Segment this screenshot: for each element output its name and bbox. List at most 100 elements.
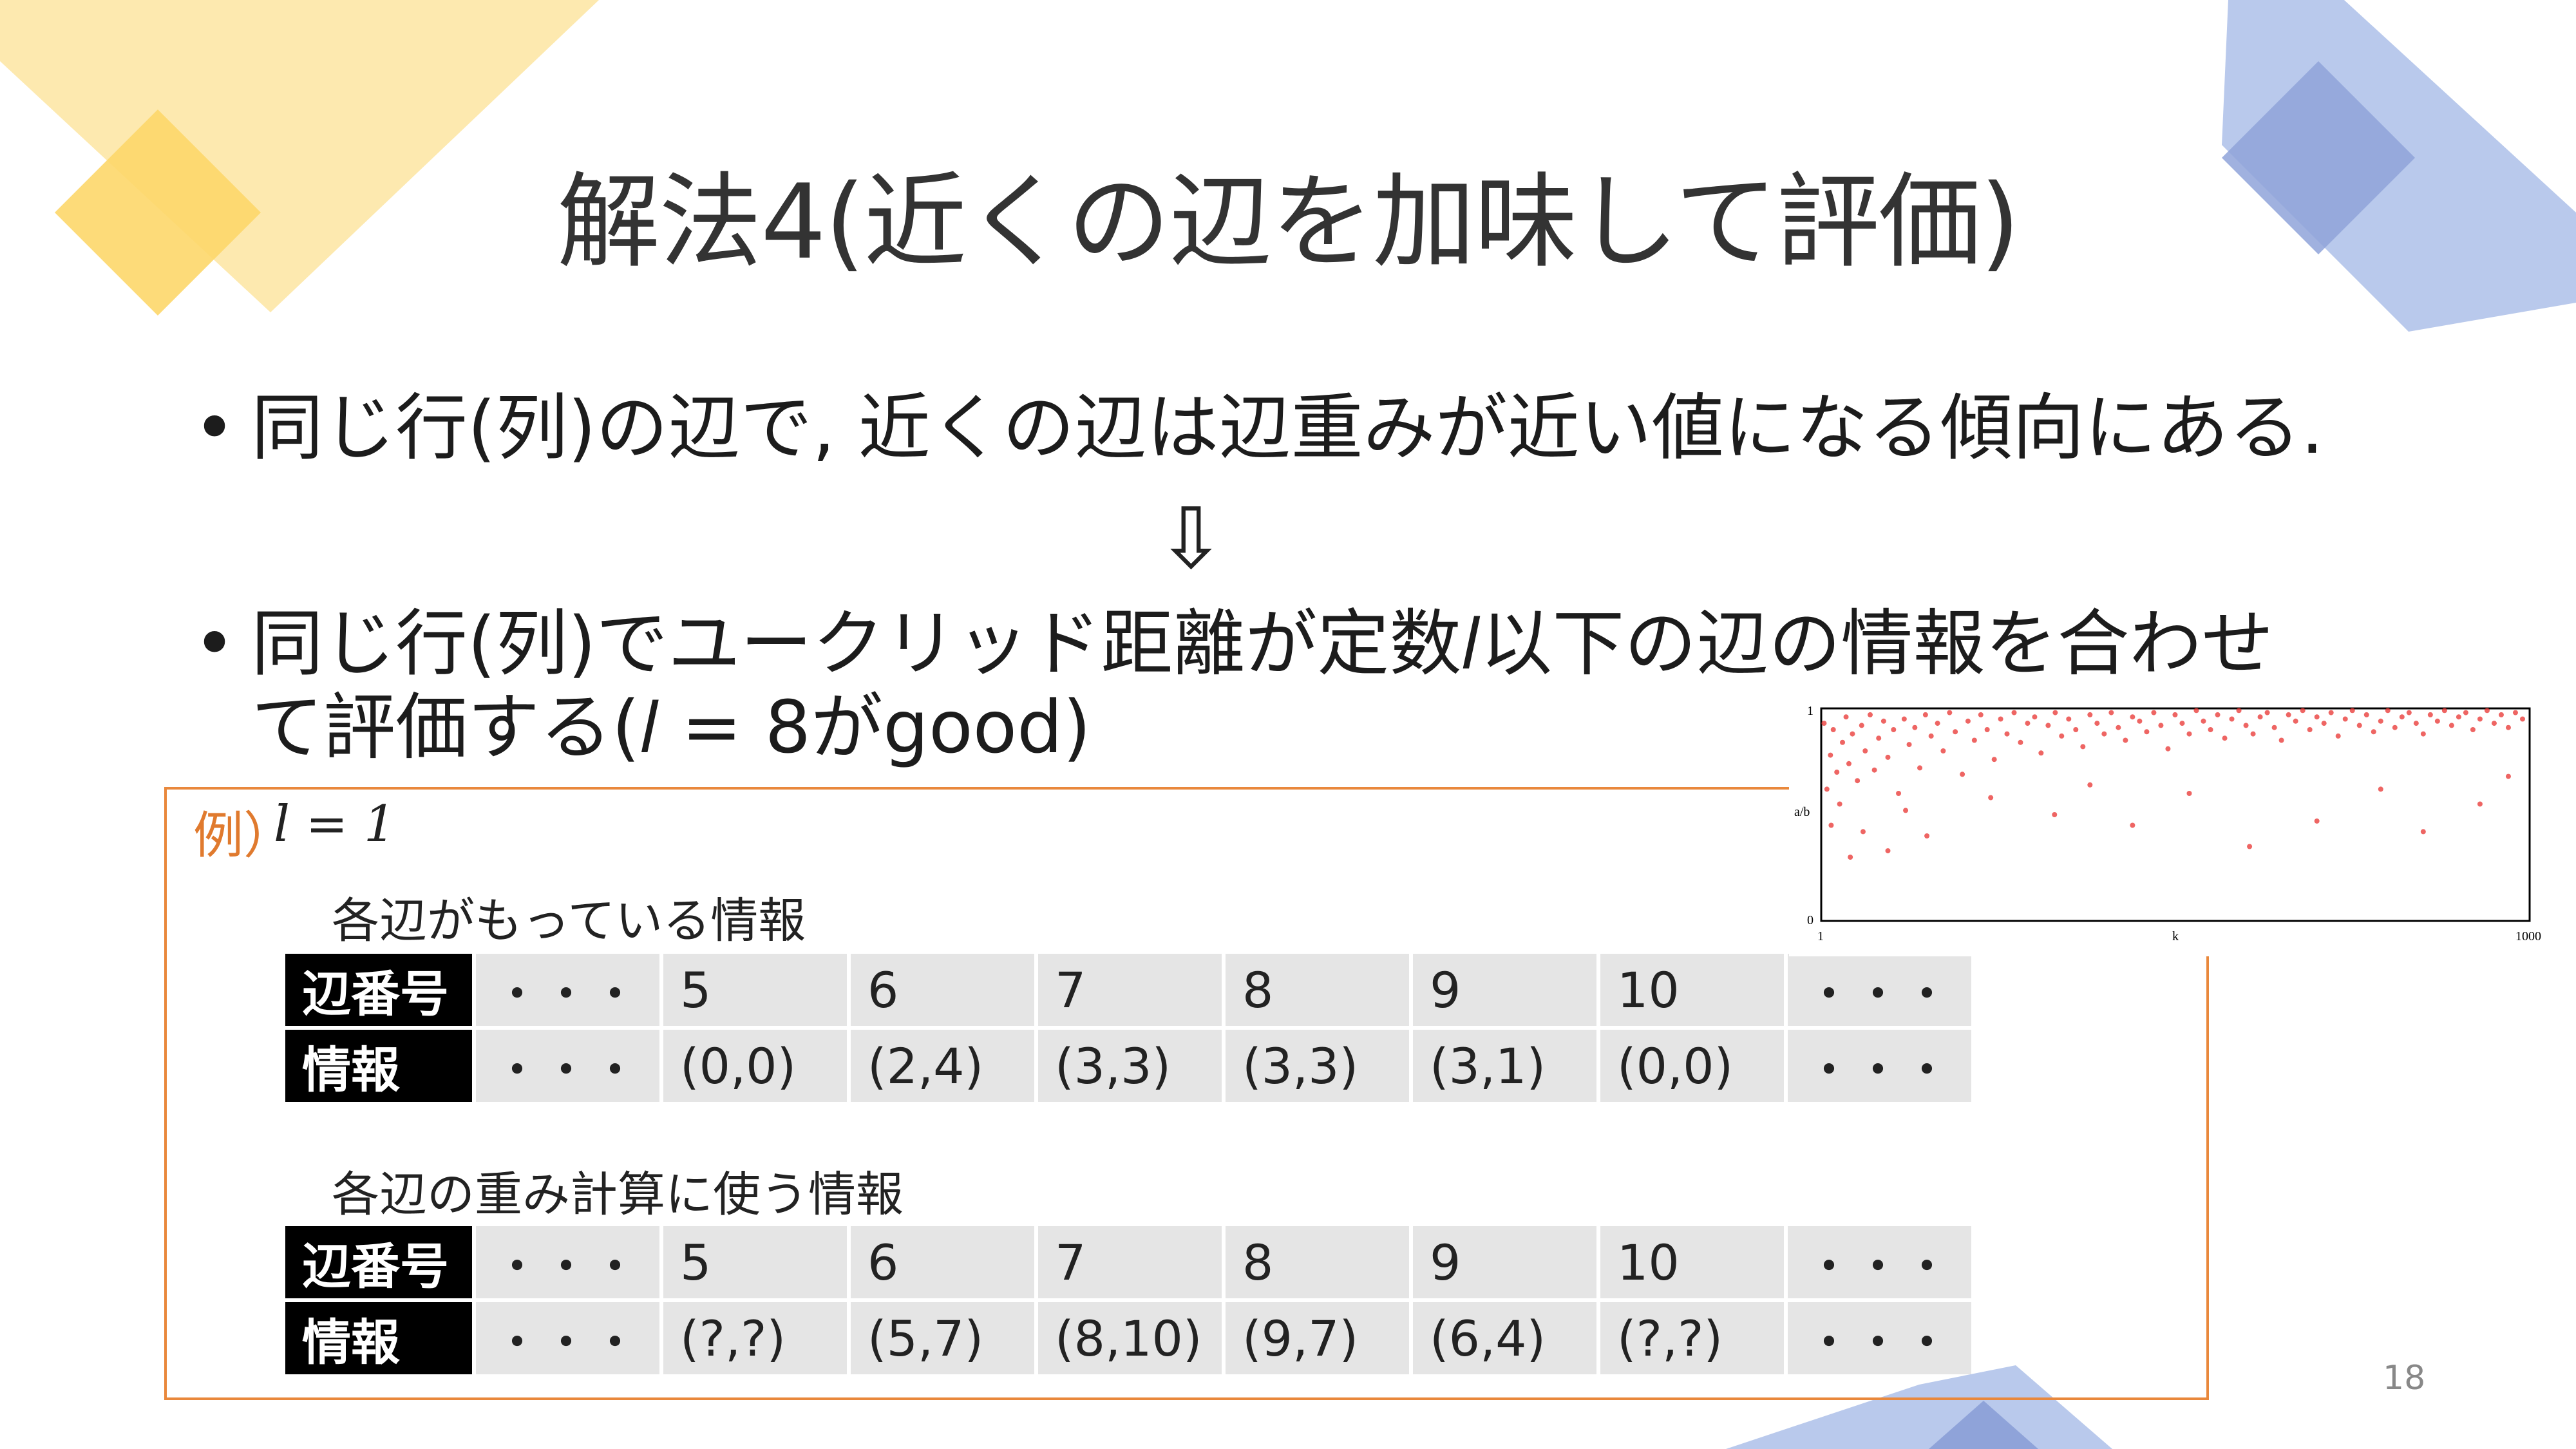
- scatter-point: [2243, 723, 2249, 728]
- scatter-point: [1903, 808, 1909, 813]
- scatter-point: [1837, 801, 1842, 807]
- table-cell: 10: [1600, 954, 1784, 1026]
- scatter-point: [2087, 782, 2093, 788]
- scatter-point: [2356, 723, 2362, 728]
- scatter-point: [1896, 791, 1902, 796]
- scatter-point: [1855, 778, 1861, 784]
- scatter-point: [1971, 737, 1977, 743]
- plot-frame: [1820, 707, 2531, 922]
- scatter-point: [2165, 746, 2171, 752]
- table-cell: 8: [1226, 1226, 1409, 1298]
- bullet-2-line2: て評価する(𝑙 = 8がgood): [251, 686, 1091, 770]
- scatter-point: [1901, 716, 1907, 722]
- table-cell: ・・・: [476, 1030, 659, 1102]
- scatter-point: [1859, 723, 1864, 728]
- table-cell: 5: [663, 954, 847, 1026]
- scatter-point: [2264, 710, 2270, 715]
- table-cell: ・・・: [1788, 1226, 1971, 1298]
- scatter-point: [2172, 712, 2178, 717]
- bullet-dot: •: [193, 386, 236, 470]
- y-tick-top: 1: [1807, 704, 1814, 718]
- scatter-point: [2066, 716, 2072, 722]
- table-row: 辺番号 ・・・ 5 6 7 8 9 10 ・・・: [285, 954, 1971, 1026]
- scatter-point: [1922, 712, 1928, 717]
- scatter-point: [2335, 733, 2341, 739]
- scatter-point: [2342, 716, 2348, 722]
- scatter-point: [2257, 714, 2263, 720]
- scatter-point: [1867, 712, 1873, 717]
- scatter-point: [2116, 724, 2121, 730]
- bullet-2-text-line1: 同じ行(列)でユークリッド距離が定数𝑙以下の辺の情報を合わせ: [251, 602, 2274, 686]
- scatter-point: [2463, 710, 2468, 715]
- scatter-point: [1828, 752, 1833, 758]
- table-cell: 8: [1226, 954, 1409, 1026]
- table-cell: ・・・: [1788, 1030, 1971, 1102]
- x-label: k: [2172, 929, 2179, 943]
- scatter-point: [1917, 765, 1923, 771]
- row-header: 情報: [285, 1030, 472, 1102]
- scatter-point: [1935, 721, 1940, 726]
- table-cell: 6: [851, 1226, 1034, 1298]
- table-cell: (5,7): [851, 1302, 1034, 1374]
- scatter-point: [2073, 727, 2079, 732]
- scatter-point: [1834, 770, 1840, 775]
- scatter-point: [2032, 714, 2038, 720]
- scatter-point: [2477, 801, 2483, 807]
- table-row: 情報 ・・・ (?,?) (5,7) (8,10) (9,7) (6,4) (?…: [285, 1302, 1971, 1374]
- scatter-point: [2321, 721, 2327, 726]
- scatter-chart: 1 a/b 0 1 k 1000: [1789, 699, 2562, 956]
- scatter-point: [2498, 712, 2504, 717]
- scatter-point: [1821, 721, 1827, 726]
- scatter-point: [1953, 729, 1958, 735]
- scatter-point: [2505, 724, 2511, 730]
- scatter-point: [1885, 754, 1891, 760]
- scatter-point: [2038, 750, 2044, 756]
- scatter-point: [2307, 727, 2313, 732]
- scatter-point: [2286, 712, 2291, 717]
- scatter-point: [1840, 739, 1846, 745]
- scatter-point: [1871, 767, 1877, 773]
- weight-calc-table: 辺番号 ・・・ 5 6 7 8 9 10 ・・・ 情報 ・・・ (?,?) (5…: [281, 1222, 1975, 1378]
- table-cell: 7: [1038, 1226, 1222, 1298]
- scatter-point: [2025, 721, 2031, 726]
- table2-caption: 各辺の重み計算に使う情報: [332, 1167, 904, 1222]
- scatter-point: [2491, 721, 2497, 726]
- scatter-point: [2363, 712, 2369, 717]
- scatter-point: [2413, 721, 2419, 726]
- table-cell: (0,0): [663, 1030, 847, 1102]
- y-label: a/b: [1794, 805, 1810, 819]
- scatter-point: [1978, 712, 1984, 717]
- table-cell: 7: [1038, 954, 1222, 1026]
- table-cell: (2,4): [851, 1030, 1034, 1102]
- scatter-point: [2378, 786, 2383, 792]
- scatter-point: [1965, 718, 1971, 724]
- scatter-point: [2349, 708, 2355, 714]
- scatter-point: [1940, 748, 1946, 753]
- edge-info-table: 辺番号 ・・・ 5 6 7 8 9 10 ・・・ 情報 ・・・ (0,0) (2…: [281, 950, 1975, 1106]
- table-cell: 6: [851, 954, 1034, 1026]
- table-cell: (6,4): [1413, 1302, 1596, 1374]
- scatter-point: [2278, 737, 2284, 743]
- scatter-point: [1824, 786, 1830, 792]
- scatter-point: [2300, 708, 2306, 714]
- table-cell: (?,?): [1600, 1302, 1784, 1374]
- row-header: 辺番号: [285, 1226, 472, 1298]
- table-row: 情報 ・・・ (0,0) (2,4) (3,3) (3,3) (3,1) (0,…: [285, 1030, 1971, 1102]
- y-tick-bottom: 0: [1807, 913, 1814, 927]
- scatter-point: [2101, 731, 2107, 737]
- down-arrow-icon: ⇩: [1156, 489, 1226, 587]
- scatter-point: [2328, 710, 2334, 715]
- scatter-point: [2456, 714, 2461, 720]
- table-cell: 9: [1413, 1226, 1596, 1298]
- table-cell: (9,7): [1226, 1302, 1409, 1374]
- scatter-point: [2208, 727, 2213, 732]
- scatter-point: [1846, 761, 1852, 766]
- scatter-point: [2314, 818, 2320, 824]
- scatter-point: [1912, 724, 1918, 730]
- scatter-point: [2448, 723, 2454, 728]
- bullet-dot: •: [193, 602, 236, 686]
- row-header: 情報: [285, 1302, 472, 1374]
- scatter-point: [2052, 710, 2058, 715]
- scatter-point: [2247, 844, 2253, 849]
- scatter-point: [1828, 822, 1834, 828]
